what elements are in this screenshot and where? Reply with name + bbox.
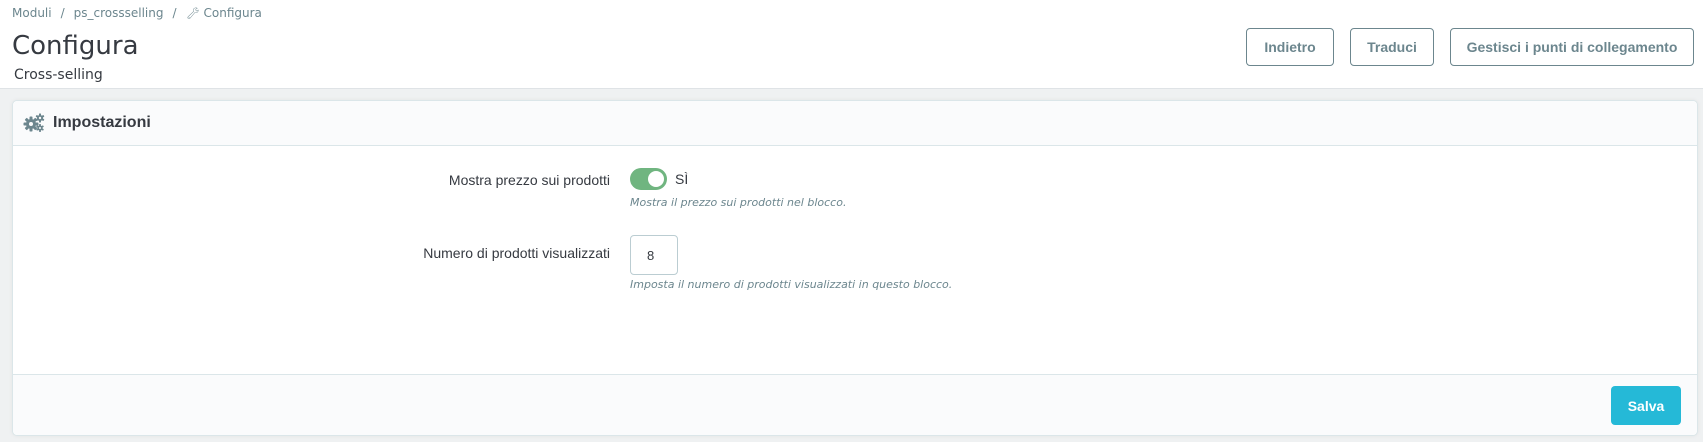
breadcrumb-separator: / bbox=[172, 6, 177, 20]
page-title: Configura bbox=[12, 31, 139, 61]
breadcrumb-separator: / bbox=[60, 6, 65, 20]
product-count-input[interactable] bbox=[630, 235, 678, 275]
wrench-icon: 🔧︎ bbox=[185, 6, 200, 20]
show-price-toggle-label: SÌ bbox=[675, 171, 689, 187]
page-subtitle: Cross-selling bbox=[14, 67, 103, 83]
back-button[interactable]: Indietro bbox=[1246, 28, 1334, 66]
breadcrumb: Moduli / ps_crossselling / 🔧︎ Configura bbox=[12, 6, 262, 20]
product-count-help: Imposta il numero di prodotti visualizza… bbox=[630, 278, 953, 291]
breadcrumb-item-modules[interactable]: Moduli bbox=[12, 6, 52, 20]
page-header: Moduli / ps_crossselling / 🔧︎ Configura … bbox=[0, 0, 1703, 89]
show-price-switch-wrap: SÌ bbox=[630, 168, 688, 190]
breadcrumb-item-module[interactable]: ps_crossselling bbox=[74, 6, 164, 20]
show-price-label: Mostra prezzo sui prodotti bbox=[448, 172, 610, 188]
translate-button[interactable]: Traduci bbox=[1350, 28, 1434, 66]
manage-hooks-button[interactable]: Gestisci i punti di collegamento bbox=[1450, 28, 1694, 66]
cogs-icon bbox=[23, 113, 45, 132]
panel-title: Impostazioni bbox=[53, 114, 151, 131]
product-count-label: Numero di prodotti visualizzati bbox=[423, 245, 610, 261]
save-button[interactable]: Salva bbox=[1611, 386, 1681, 425]
panel-footer: Salva bbox=[13, 374, 1697, 435]
breadcrumb-item-current: Configura bbox=[203, 6, 262, 20]
show-price-toggle[interactable] bbox=[630, 168, 667, 190]
show-price-help: Mostra il prezzo sui prodotti nel blocco… bbox=[630, 196, 847, 209]
panel-heading: Impostazioni bbox=[13, 101, 1697, 146]
toggle-knob bbox=[648, 171, 664, 187]
settings-panel: Impostazioni Mostra prezzo sui prodotti … bbox=[12, 100, 1698, 436]
header-toolbar: Indietro Traduci Gestisci i punti di col… bbox=[1246, 28, 1694, 66]
